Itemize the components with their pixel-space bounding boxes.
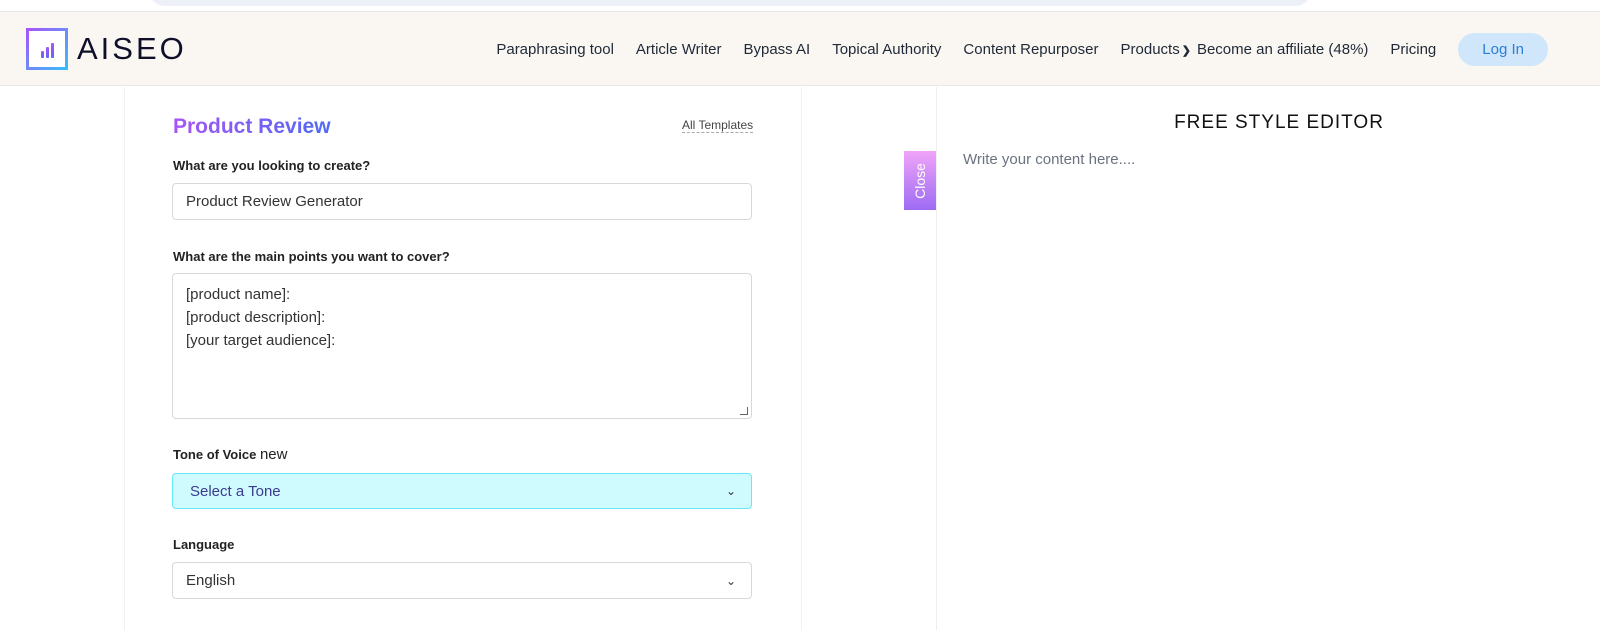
tone-select-value: Select a Tone [190, 482, 281, 500]
language-label: Language [173, 537, 235, 552]
nav-bypass-ai[interactable]: Bypass AI [743, 41, 810, 58]
logo-icon [26, 28, 68, 70]
nav-content-repurposer[interactable]: Content Repurposer [963, 41, 1098, 58]
free-style-editor[interactable]: FREE STYLE EDITOR Write your content her… [936, 87, 1600, 630]
nav-menu: Paraphrasing tool Article Writer Bypass … [474, 33, 1548, 66]
nav-paraphrasing-tool[interactable]: Paraphrasing tool [496, 41, 614, 58]
nav-topical-authority[interactable]: Topical Authority [832, 41, 941, 58]
all-templates-link[interactable]: All Templates [682, 118, 754, 133]
nav-article-writer[interactable]: Article Writer [636, 41, 722, 58]
close-tab-button[interactable]: Close [904, 151, 936, 210]
create-input-value: Product Review Generator [186, 193, 363, 210]
logo[interactable]: AISEO [26, 28, 187, 70]
editor-placeholder[interactable]: Write your content here.... [963, 151, 1135, 168]
points-textarea[interactable]: [product name]: [product description]: [… [172, 273, 752, 419]
points-line: [product description]: [186, 309, 326, 326]
points-line: [your target audience]: [186, 332, 336, 349]
browser-top-strip [0, 0, 1600, 12]
language-select-value: English [186, 572, 236, 589]
chevron-down-icon: ❯ [1181, 45, 1191, 57]
language-select[interactable]: English ⌄ [172, 562, 752, 599]
login-button[interactable]: Log In [1458, 33, 1548, 66]
chevron-down-icon: ⌄ [725, 484, 736, 498]
address-bar[interactable] [150, 0, 1310, 6]
create-label: What are you looking to create? [173, 158, 371, 173]
close-label: Close [912, 162, 929, 199]
new-badge: new [259, 446, 288, 463]
points-line: [product name]: [186, 286, 291, 303]
editor-title: FREE STYLE EDITOR [1174, 112, 1384, 133]
top-nav: AISEO Paraphrasing tool Article Writer B… [0, 12, 1600, 86]
tone-select[interactable]: Select a Tone ⌄ [172, 473, 752, 509]
tone-label-text: Tone of Voice [173, 447, 257, 462]
nav-affiliate[interactable]: Become an affiliate (48%) [1197, 41, 1368, 58]
points-label: What are the main points you want to cov… [173, 249, 450, 264]
tone-label: Tone of Voice new [173, 446, 287, 463]
nav-products-label: Products [1120, 41, 1180, 58]
page-title: Product Review [173, 115, 331, 138]
template-form-panel: Product Review All Templates What are yo… [124, 87, 802, 630]
nav-pricing[interactable]: Pricing [1390, 41, 1436, 58]
create-input[interactable]: Product Review Generator [172, 183, 752, 220]
logo-text: AISEO [77, 31, 187, 66]
resize-handle-icon[interactable] [740, 407, 748, 415]
chevron-down-icon: ⌄ [725, 573, 736, 588]
nav-products[interactable]: Products ❯ [1121, 41, 1191, 58]
